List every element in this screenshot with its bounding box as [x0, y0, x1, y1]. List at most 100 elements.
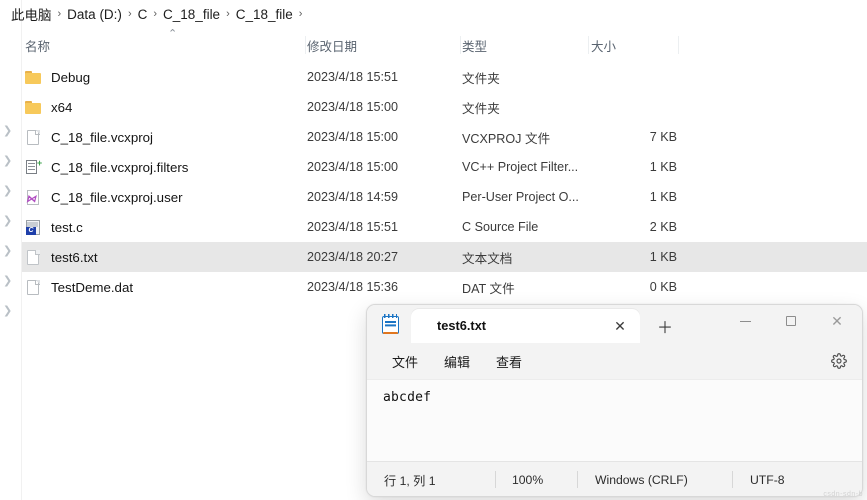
- table-row[interactable]: + C_18_file.vcxproj.filters 2023/4/18 15…: [22, 152, 867, 182]
- line-ending-status[interactable]: Windows (CRLF): [595, 473, 688, 487]
- file-date-cell: 2023/4/18 15:00: [307, 160, 399, 174]
- tree-expander-icon[interactable]: ❯: [3, 246, 14, 257]
- column-header-type[interactable]: 类型: [462, 31, 487, 59]
- file-name-label: C_18_file.vcxproj: [51, 129, 153, 145]
- cursor-position-status[interactable]: 行 1, 列 1: [384, 471, 435, 489]
- menu-item-file[interactable]: 文件: [381, 347, 429, 376]
- file-type-cell: DAT 文件: [462, 281, 515, 296]
- notepad-title-bar[interactable]: test6.txt ✕ ＋ ✕: [367, 305, 862, 343]
- table-row[interactable]: x64 2023/4/18 15:00 文件夹: [22, 92, 867, 122]
- breadcrumb-item-c18file-2[interactable]: C_18_file: [231, 7, 298, 22]
- file-name-cell[interactable]: ⋈ C_18_file.vcxproj.user: [25, 182, 183, 212]
- file-name-cell[interactable]: TestDeme.dat: [25, 272, 133, 302]
- table-row[interactable]: Debug 2023/4/18 15:51 文件夹: [22, 62, 867, 92]
- file-type-cell: VC++ Project Filter...: [462, 160, 579, 174]
- screen: ❯ ❯ ❯ ❯ ❯ ❯ ❯ 此电脑 › Data (D:) › C › C_18…: [0, 0, 867, 500]
- file-name-label: x64: [51, 99, 73, 115]
- file-size-cell: 7 KB: [649, 130, 677, 144]
- tree-expander-icon[interactable]: ❯: [3, 126, 14, 137]
- gear-icon[interactable]: [828, 350, 850, 372]
- status-divider: [732, 471, 733, 488]
- file-name-label: test.c: [51, 219, 83, 235]
- file-type-cell: VCXPROJ 文件: [462, 131, 551, 146]
- file-name-cell[interactable]: Debug: [25, 62, 90, 92]
- column-header-row: 名称 修改日期 类型 大小: [22, 31, 867, 59]
- file-date-cell: 2023/4/18 14:59: [307, 190, 399, 204]
- file-size-cell: 1 KB: [649, 190, 677, 204]
- minimize-icon[interactable]: [722, 305, 768, 337]
- file-size-cell: 0 KB: [649, 280, 677, 294]
- c-source-file-icon: C: [25, 219, 42, 236]
- breadcrumb-item-c18file-1[interactable]: C_18_file: [158, 7, 225, 22]
- tree-expander-icon[interactable]: ❯: [3, 156, 14, 167]
- file-name-cell[interactable]: test6.txt: [25, 242, 98, 272]
- file-size-cell: 1 KB: [649, 160, 677, 174]
- file-date-cell: 2023/4/18 15:51: [307, 220, 399, 234]
- plus-icon[interactable]: ＋: [652, 314, 678, 338]
- menu-item-edit[interactable]: 编辑: [433, 347, 481, 376]
- file-name-cell[interactable]: C_18_file.vcxproj: [25, 122, 153, 152]
- notepad-icon: [381, 314, 401, 335]
- tree-expander-icon[interactable]: ❯: [3, 186, 14, 197]
- breadcrumb-item-c[interactable]: C: [133, 7, 153, 22]
- tree-expander-icon[interactable]: ❯: [3, 276, 14, 287]
- filters-file-icon: +: [25, 158, 42, 176]
- table-row[interactable]: C_18_file.vcxproj 2023/4/18 15:00 VCXPRO…: [22, 122, 867, 152]
- tree-expander-icon[interactable]: ❯: [3, 216, 14, 227]
- file-list: Debug 2023/4/18 15:51 文件夹 x64 2023/4/18 …: [22, 62, 867, 302]
- column-divider[interactable]: [460, 36, 461, 54]
- column-divider[interactable]: [678, 36, 679, 54]
- table-row[interactable]: C test.c 2023/4/18 15:51 C Source File 2…: [22, 212, 867, 242]
- maximize-icon[interactable]: [768, 305, 814, 337]
- file-size-cell: 2 KB: [649, 220, 677, 234]
- status-divider: [495, 471, 496, 488]
- column-header-size[interactable]: 大小: [591, 31, 616, 59]
- menu-item-view[interactable]: 查看: [485, 347, 533, 376]
- document-text[interactable]: abcdef: [383, 390, 431, 405]
- file-date-cell: 2023/4/18 15:00: [307, 130, 399, 144]
- file-type-cell: C Source File: [462, 220, 539, 234]
- file-name-label: C_18_file.vcxproj.user: [51, 189, 183, 205]
- file-size-cell: [592, 92, 677, 122]
- file-date-cell: 2023/4/18 15:36: [307, 280, 399, 294]
- close-icon[interactable]: ✕: [610, 316, 630, 336]
- column-divider[interactable]: [588, 36, 589, 54]
- tree-expander-icon[interactable]: ❯: [3, 306, 14, 317]
- status-divider: [577, 471, 578, 488]
- notepad-window[interactable]: test6.txt ✕ ＋ ✕ 文件 编辑 查看 abcdef 行 1, 列 1: [366, 304, 863, 497]
- column-header-name[interactable]: 名称: [25, 31, 50, 59]
- tab-label: test6.txt: [437, 318, 487, 333]
- document-icon: [25, 129, 42, 146]
- file-size-cell: 1 KB: [649, 250, 677, 264]
- file-name-label: test6.txt: [51, 249, 98, 265]
- tab-test6-txt[interactable]: test6.txt ✕: [411, 309, 640, 343]
- breadcrumb[interactable]: 此电脑 › Data (D:) › C › C_18_file › C_18_f…: [6, 0, 303, 28]
- zoom-level-status[interactable]: 100%: [512, 473, 543, 487]
- file-date-cell: 2023/4/18 15:51: [307, 70, 399, 84]
- table-row[interactable]: TestDeme.dat 2023/4/18 15:36 DAT 文件 0 KB: [22, 272, 867, 302]
- file-name-label: Debug: [51, 69, 91, 85]
- file-name-cell[interactable]: + C_18_file.vcxproj.filters: [25, 152, 188, 182]
- navigation-pane-edge: ❯ ❯ ❯ ❯ ❯ ❯ ❯: [0, 0, 22, 500]
- notepad-text-area[interactable]: abcdef: [367, 379, 862, 461]
- breadcrumb-separator-icon: ›: [298, 8, 303, 20]
- vs-user-file-icon: ⋈: [25, 189, 42, 206]
- file-date-cell: 2023/4/18 20:27: [307, 250, 399, 264]
- encoding-status[interactable]: UTF-8: [750, 473, 785, 487]
- file-name-cell[interactable]: x64: [25, 92, 72, 122]
- column-header-date[interactable]: 修改日期: [307, 31, 357, 59]
- table-row-selected[interactable]: test6.txt 2023/4/18 20:27 文本文档 1 KB: [22, 242, 867, 272]
- table-row[interactable]: ⋈ C_18_file.vcxproj.user 2023/4/18 14:59…: [22, 182, 867, 212]
- file-name-cell[interactable]: C test.c: [25, 212, 83, 242]
- chevron-up-icon: ⌃: [168, 28, 178, 40]
- notepad-status-bar: 行 1, 列 1 100% Windows (CRLF) UTF-8: [367, 461, 862, 496]
- file-name-label: TestDeme.dat: [51, 279, 134, 295]
- breadcrumb-item-data-d[interactable]: Data (D:): [62, 7, 127, 22]
- close-icon[interactable]: ✕: [814, 305, 860, 337]
- file-type-cell: Per-User Project O...: [462, 190, 579, 204]
- file-size-cell: [592, 62, 677, 92]
- watermark: csdn-sdn-b: [823, 491, 863, 498]
- column-divider[interactable]: [305, 36, 306, 54]
- folder-icon: [25, 99, 42, 116]
- breadcrumb-item-this-pc[interactable]: 此电脑: [6, 4, 57, 24]
